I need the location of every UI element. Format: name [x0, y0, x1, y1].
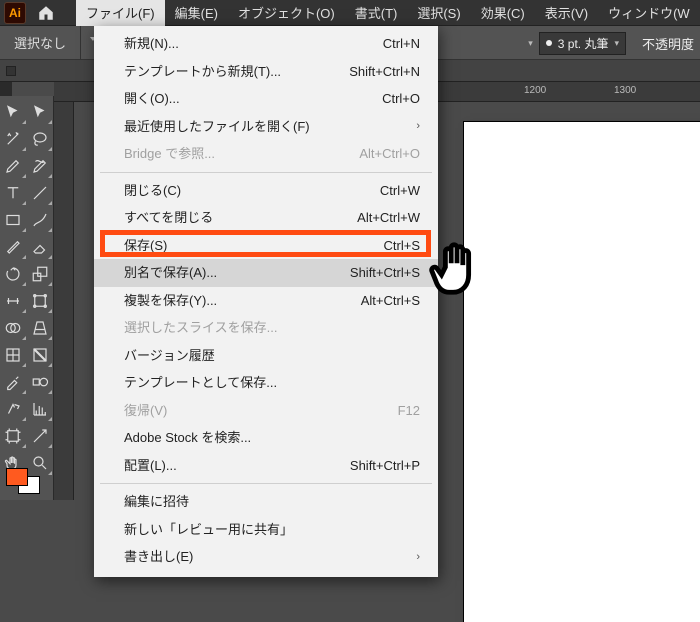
menu-items: ファイル(F) 編集(E) オブジェクト(O) 書式(T) 選択(S) 効果(C…	[76, 0, 700, 27]
menu-file[interactable]: ファイル(F)	[76, 0, 165, 27]
menuitem-save-as-template[interactable]: テンプレートとして保存...	[94, 369, 438, 397]
tool-curvature[interactable]	[27, 152, 54, 179]
ruler-vertical	[54, 102, 74, 500]
opacity-label: 不透明度	[632, 34, 700, 53]
toolbox	[0, 96, 54, 500]
menuitem-new[interactable]: 新規(N)...Ctrl+N	[94, 30, 438, 58]
menuitem-new-from-template[interactable]: テンプレートから新規(T)...Shift+Ctrl+N	[94, 58, 438, 86]
tool-paintbrush[interactable]	[27, 206, 54, 233]
menu-separator	[100, 483, 432, 484]
home-icon	[37, 4, 55, 22]
menu-edit[interactable]: 編集(E)	[165, 0, 228, 27]
menu-type[interactable]: 書式(T)	[345, 0, 408, 27]
menuitem-save-copy[interactable]: 複製を保存(Y)...Alt+Ctrl+S	[94, 287, 438, 315]
chevron-down-icon: ▾	[614, 38, 619, 49]
file-menu-dropdown: 新規(N)...Ctrl+N テンプレートから新規(T)...Shift+Ctr…	[94, 26, 438, 577]
menu-window[interactable]: ウィンドウ(W	[598, 0, 700, 27]
tool-eraser[interactable]	[27, 233, 54, 260]
menuitem-browse-bridge: Bridge で参照...Alt+Ctrl+O	[94, 140, 438, 168]
tool-direct-selection[interactable]	[27, 98, 54, 125]
menuitem-save[interactable]: 保存(S)Ctrl+S	[94, 232, 438, 260]
panel-tab-edge[interactable]	[0, 82, 12, 96]
menuitem-export[interactable]: 書き出し(E)›	[94, 543, 438, 571]
menuitem-invite-to-edit[interactable]: 編集に招待	[94, 488, 438, 516]
fill-swatch[interactable]	[6, 468, 28, 486]
menuitem-close-all[interactable]: すべてを閉じるAlt+Ctrl+W	[94, 204, 438, 232]
artboard[interactable]	[464, 122, 700, 622]
tool-symbol-sprayer[interactable]	[0, 395, 27, 422]
tool-pen[interactable]	[0, 152, 27, 179]
tool-shaper[interactable]	[0, 233, 27, 260]
menuitem-revert: 復帰(V)F12	[94, 397, 438, 425]
tool-magic-wand[interactable]	[0, 125, 27, 152]
tool-blend[interactable]	[27, 368, 54, 395]
chevron-down-icon[interactable]: ▾	[528, 38, 533, 49]
selection-label: 選択なし	[0, 26, 81, 59]
tool-shape-builder[interactable]	[0, 314, 27, 341]
menubar: Ai ファイル(F) 編集(E) オブジェクト(O) 書式(T) 選択(S) 効…	[0, 0, 700, 26]
chevron-right-icon: ›	[416, 118, 420, 135]
chevron-right-icon: ›	[416, 549, 420, 566]
menu-select[interactable]: 選択(S)	[407, 0, 470, 27]
menuitem-save-as[interactable]: 別名で保存(A)...Shift+Ctrl+S	[94, 259, 438, 287]
home-button[interactable]	[34, 1, 58, 25]
tool-rotate[interactable]	[0, 260, 27, 287]
tool-selection[interactable]	[0, 98, 27, 125]
tool-gradient[interactable]	[27, 341, 54, 368]
app-badge: Ai	[4, 2, 26, 24]
ruler-tick: 1200	[524, 85, 546, 96]
menu-view[interactable]: 表示(V)	[535, 0, 598, 27]
stroke-profile-value: 3 pt. 丸筆	[558, 35, 609, 52]
pointer-hand-icon	[426, 238, 488, 300]
tool-type[interactable]	[0, 179, 27, 206]
menuitem-save-selected-slices: 選択したスライスを保存...	[94, 314, 438, 342]
menuitem-open-recent[interactable]: 最近使用したファイルを開く(F)›	[94, 113, 438, 141]
menuitem-share-for-review[interactable]: 新しい「レビュー用に共有」	[94, 516, 438, 544]
tool-free-transform[interactable]	[27, 287, 54, 314]
ruler-tick: 1300	[614, 85, 636, 96]
menuitem-version-history[interactable]: バージョン履歴	[94, 342, 438, 370]
menu-object[interactable]: オブジェクト(O)	[228, 0, 345, 27]
menuitem-search-adobe-stock[interactable]: Adobe Stock を検索...	[94, 424, 438, 452]
tool-graph[interactable]	[27, 395, 54, 422]
swatch-square[interactable]	[6, 66, 16, 76]
tool-perspective[interactable]	[27, 314, 54, 341]
tool-scale[interactable]	[27, 260, 54, 287]
menuitem-open[interactable]: 開く(O)...Ctrl+O	[94, 85, 438, 113]
stroke-profile-select[interactable]: 3 pt. 丸筆 ▾	[539, 32, 626, 55]
tool-slice[interactable]	[27, 422, 54, 449]
tool-lasso[interactable]	[27, 125, 54, 152]
color-swatches[interactable]	[4, 468, 50, 496]
tool-line[interactable]	[27, 179, 54, 206]
menu-effect[interactable]: 効果(C)	[471, 0, 535, 27]
dot-icon	[546, 40, 552, 46]
annotation-cursor-hand	[426, 238, 488, 303]
tool-eyedropper[interactable]	[0, 368, 27, 395]
tool-mesh[interactable]	[0, 341, 27, 368]
menuitem-place[interactable]: 配置(L)...Shift+Ctrl+P	[94, 452, 438, 480]
tool-artboard[interactable]	[0, 422, 27, 449]
menu-separator	[100, 172, 432, 173]
tool-rectangle[interactable]	[0, 206, 27, 233]
tool-width[interactable]	[0, 287, 27, 314]
menuitem-close[interactable]: 閉じる(C)Ctrl+W	[94, 177, 438, 205]
